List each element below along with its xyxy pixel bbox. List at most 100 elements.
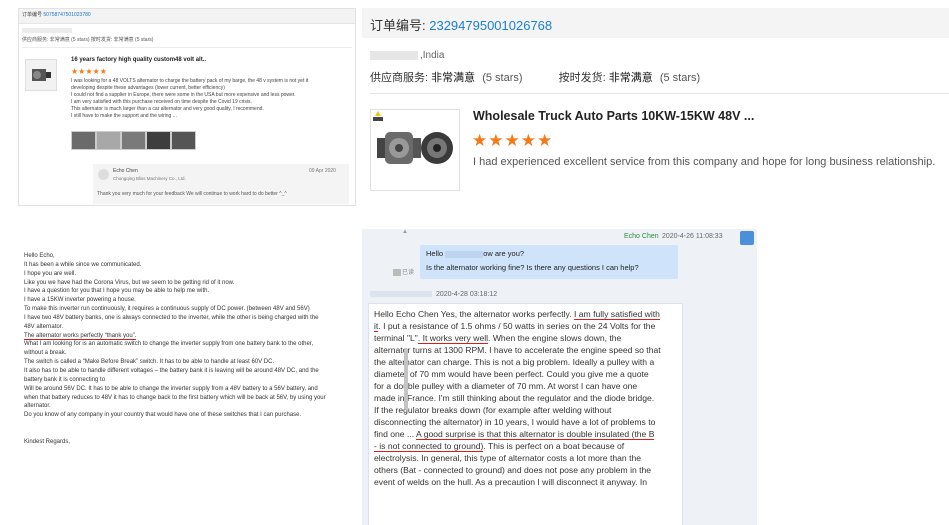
email-line: without a break.: [24, 350, 67, 357]
review-photo[interactable]: [96, 131, 121, 150]
review-line: I was looking for a 48 VOLTS alternator …: [71, 78, 309, 84]
read-status-label: 已读: [402, 270, 415, 276]
supplier-service-value: 非常满意: [431, 72, 476, 84]
email-line: battery bank it is connecting to: [24, 376, 106, 383]
buyer-country: ,India: [420, 50, 445, 61]
product-image[interactable]: [370, 109, 460, 191]
message-text: . This is perfect on a boat because of: [483, 441, 625, 451]
email-line: Like you we have had the Corona Virus, b…: [24, 279, 235, 286]
email-line: I have two 48V battery banks, one is alw…: [24, 314, 319, 321]
delivery-stars: (5 stars): [659, 72, 701, 84]
email-line: [24, 429, 354, 438]
message-line: find one ... A good surprise is that thi…: [374, 429, 655, 440]
message-line: others (Bat - connected to ground) and d…: [374, 465, 652, 475]
email-line: 48V alternator.: [24, 323, 64, 330]
email-line: I have a 15KW inverter powering a house.: [24, 297, 136, 304]
message-line: disconnecting the alternator) in 10 year…: [374, 417, 656, 427]
email-line: Kindest Regards,: [24, 438, 71, 445]
underlined-text: A good surprise is that this alternator …: [416, 429, 655, 440]
sender-name: Echo Chen: [624, 233, 659, 240]
supplier-service-label: 供应商服务:: [370, 72, 432, 84]
message-line: - is not connected to ground). This is p…: [374, 441, 625, 452]
alternator-thumbnail: [25, 59, 57, 91]
divider: [22, 47, 352, 48]
message-text: . When the engine slows down, the: [488, 333, 622, 343]
message-line: alternator turns at 1300 RPM. I have to …: [374, 345, 661, 355]
order-number: 订单编号: 23294795001026768: [370, 15, 552, 34]
seller-reply-text: Thank you very much for your feedback We…: [97, 191, 287, 197]
blurred-buyer-name: [22, 28, 72, 33]
order-number-link[interactable]: 23294795001026768: [429, 18, 552, 33]
customer-email: Hello Echo, It has been a while since we…: [24, 252, 354, 447]
email-line: What I am looking for is an automatic sw…: [24, 341, 314, 348]
email-line: Hello Echo,: [24, 253, 55, 259]
review-text: I had experienced excellent service from…: [473, 156, 936, 168]
email-line: It also has to be able to handle differe…: [24, 367, 319, 374]
message-line: diameter of 70 mm would have been perfec…: [374, 369, 649, 379]
email-line: Will be around 56V DC. It has to be able…: [24, 385, 318, 392]
rating-stars: ★★★★★: [472, 131, 554, 150]
order-panel: 订单编号: 23294795001026768 ,India 供应商服务: 非常…: [362, 8, 949, 213]
message-line: for a double pulley with a diameter of 7…: [374, 381, 638, 391]
review-card-order: 订单编号 50758747501023780: [22, 12, 91, 19]
product-title[interactable]: Wholesale Truck Auto Parts 10KW-15KW 48V…: [473, 109, 754, 123]
seller-reply-name: Echo Chen: [113, 168, 138, 174]
review-card-body: I was looking for a 48 VOLTS alternator …: [71, 78, 308, 120]
review-photo[interactable]: [121, 131, 146, 150]
message-line: electrolysis. In general, this type of a…: [374, 453, 642, 463]
seller-reply: Echo Chen Chongqing Bliss Machinery Co.,…: [93, 164, 349, 204]
incoming-time: 2020-4-28 03:18:12: [436, 291, 498, 298]
message-line: event of welds on the hull. As a precaut…: [374, 477, 648, 487]
underlined-text: I am fully satisfied with: [574, 309, 660, 320]
outgoing-line-end: ow are you?: [483, 249, 525, 258]
blurred-name: [445, 250, 484, 258]
message-text: find one ...: [374, 429, 417, 439]
email-line: The switch is called a “Make Before Brea…: [24, 359, 275, 366]
review-card-order-label: 订单编号: [22, 12, 43, 18]
review-photo[interactable]: [146, 131, 171, 150]
review-photo[interactable]: [171, 131, 196, 150]
review-line: developing despite these advantages (low…: [71, 85, 225, 91]
message-text: terminal "L": [374, 333, 418, 343]
review-card-order-number[interactable]: 50758747501023780: [43, 12, 90, 18]
review-card-product-title[interactable]: 16 years factory high quality custom48 v…: [71, 57, 206, 63]
read-status: 已读: [393, 267, 414, 276]
scroll-up-arrow[interactable]: ▲: [402, 229, 408, 235]
review-card-ratings: 供应商服务: 非常满意 (5 stars) 按时发货: 非常满意 (5 star…: [22, 37, 154, 43]
buyer-location: ,India: [370, 50, 444, 61]
divider: [370, 93, 949, 94]
message-line: the alternator can charge. This is not a…: [374, 357, 655, 367]
review-line: I could not find a supplier in Europe, t…: [71, 92, 296, 98]
message-line: Hello Echo Chen Yes, the alternator work…: [374, 309, 660, 320]
message-line: made in France. I'm still thinking about…: [374, 393, 655, 403]
review-line: I am very satisfied with this purchase r…: [71, 99, 252, 105]
scrollbar-thumb[interactable]: [404, 348, 408, 410]
sent-time: 2020-4-26 11:08:33: [662, 233, 723, 240]
email-line: I have a question for you that I hope yo…: [24, 288, 210, 295]
avatar[interactable]: [740, 231, 754, 245]
email-line: I hope you are well.: [24, 270, 77, 277]
email-line-highlighted: The alternator works perfectly “thank yo…: [24, 332, 354, 341]
email-line: when that battery reduces to 48V it has …: [24, 394, 326, 401]
email-line: [24, 420, 354, 429]
email-line: Do you know of any company in your count…: [24, 412, 302, 419]
blurred-buyer-name: [370, 50, 418, 60]
seller-reply-date: 09 Apr 2020: [309, 168, 336, 174]
outgoing-message: Hello ow are you? Is the alternator work…: [420, 245, 678, 279]
email-line: alternator.: [24, 403, 51, 410]
seller-avatar: [98, 169, 109, 180]
delivery-label: 按时发货:: [558, 72, 609, 84]
outgoing-line: Is the alternator working fine? Is there…: [426, 263, 639, 272]
underlined-text: . It works very well: [417, 333, 489, 344]
underlined-text: - is not connected to ground): [374, 441, 484, 452]
incoming-message: Hello Echo Chen Yes, the alternator work…: [368, 303, 683, 525]
message-text: . I put a resistance of 1.5 ohms / 50 wa…: [378, 321, 656, 331]
review-photo[interactable]: [71, 131, 96, 150]
message-line: terminal "L". It works very well. When t…: [374, 333, 622, 344]
email-line: It has been a while since we communicate…: [24, 261, 142, 268]
blurred-name: [370, 291, 432, 298]
outgoing-line-start: Hello: [426, 249, 444, 258]
message-text: Hello Echo Chen Yes, the alternator work…: [374, 309, 574, 319]
incoming-meta: 2020-4-28 03:18:12: [370, 291, 497, 298]
review-line: This alternator is much larger than a ca…: [71, 106, 264, 112]
